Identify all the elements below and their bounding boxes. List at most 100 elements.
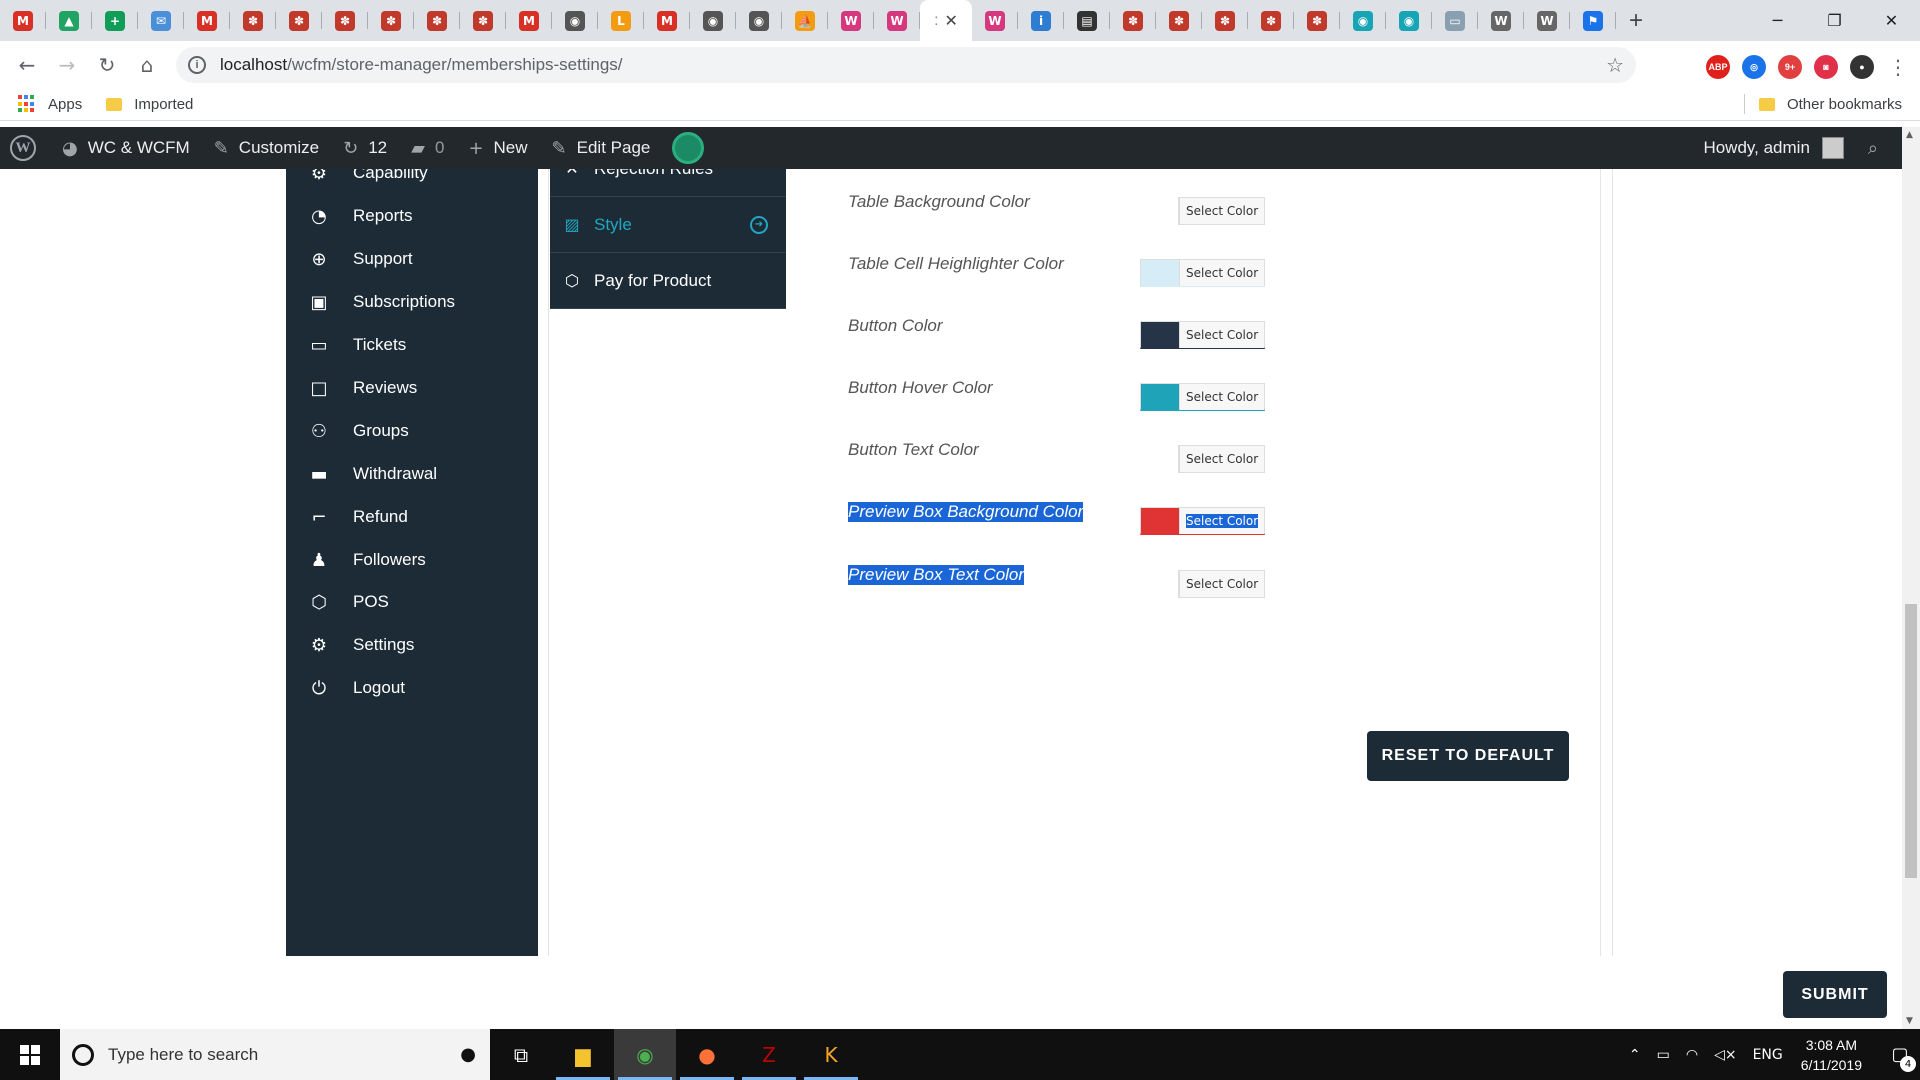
admin-updates-link[interactable]: ↻ 12 <box>343 138 387 159</box>
browser-tab[interactable]: ✉ <box>138 0 184 41</box>
close-window-button[interactable]: ✕ <box>1863 0 1920 41</box>
site-info-icon[interactable]: i <box>188 56 206 74</box>
task-view-icon[interactable]: ⧉ <box>490 1029 552 1080</box>
color-picker[interactable]: Select Color <box>1178 570 1266 598</box>
browser-tab[interactable]: M <box>0 0 46 41</box>
camera-ext-icon[interactable]: ◎ <box>1742 55 1766 79</box>
wordpress-logo-icon[interactable]: W <box>10 135 36 161</box>
browser-tab[interactable]: ◉ <box>552 0 598 41</box>
admin-comments-link[interactable]: ▰ 0 <box>411 138 444 159</box>
taskbar-search[interactable]: Type here to search ● <box>60 1029 490 1080</box>
scroll-up-icon[interactable]: ▲ <box>1906 130 1913 140</box>
firefox-icon[interactable]: ● <box>676 1029 738 1080</box>
browser-tab[interactable]: ✽ <box>276 0 322 41</box>
chrome-icon[interactable]: ◉ <box>614 1029 676 1080</box>
pocket-icon[interactable]: ◙ <box>1814 55 1838 79</box>
browser-tab[interactable]: ✽ <box>1156 0 1202 41</box>
browser-tab[interactable]: ◉ <box>736 0 782 41</box>
browser-tab[interactable]: ✽ <box>230 0 276 41</box>
reset-to-default-button[interactable]: RESET TO DEFAULT <box>1367 731 1569 781</box>
abp-icon[interactable]: ABP <box>1706 55 1730 79</box>
browser-tab[interactable]: ◉ <box>1386 0 1432 41</box>
reload-button[interactable]: ↻ <box>87 45 127 85</box>
color-swatch[interactable] <box>1141 322 1179 348</box>
globe-ext-icon[interactable]: 9+ <box>1778 55 1802 79</box>
browser-tab[interactable]: ▤ <box>1064 0 1110 41</box>
new-tab-button[interactable]: + <box>1616 0 1656 41</box>
browser-tab[interactable]: W <box>1524 0 1570 41</box>
browser-tab[interactable]: M <box>184 0 230 41</box>
tab-close-icon[interactable]: ✕ <box>945 11 958 31</box>
browser-tab[interactable]: L <box>598 0 644 41</box>
microphone-icon[interactable]: ● <box>460 1044 476 1065</box>
browser-menu-icon[interactable]: ⋮ <box>1886 47 1910 87</box>
select-color-button[interactable]: Select Color <box>1179 198 1265 224</box>
sidebar-item-subscriptions[interactable]: ▣ Subscriptions <box>286 280 538 324</box>
bookmark-apps[interactable]: Apps <box>18 95 82 113</box>
sidebar-item-reports[interactable]: ◔ Reports <box>286 194 538 238</box>
sidebar-item-refund[interactable]: ⌐ Refund <box>286 495 538 539</box>
color-picker[interactable]: Select Color <box>1140 321 1266 349</box>
browser-tab[interactable]: W <box>874 0 920 41</box>
sidebar-item-tickets[interactable]: ▭ Tickets <box>286 323 538 367</box>
browser-tab[interactable]: ✽ <box>1248 0 1294 41</box>
submenu-item-rejection-rules[interactable]: ✕ Rejection Rules <box>550 169 786 197</box>
browser-tab[interactable]: ✽ <box>1202 0 1248 41</box>
admin-customize-link[interactable]: ✎ Customize <box>214 138 319 159</box>
color-swatch[interactable] <box>1141 260 1179 286</box>
select-color-button[interactable]: Select Color <box>1179 446 1265 472</box>
forward-button[interactable]: → <box>47 45 87 85</box>
browser-tab[interactable]: ✽ <box>414 0 460 41</box>
browser-tab[interactable]: ▭ <box>1432 0 1478 41</box>
browser-tab[interactable]: ✽ <box>368 0 414 41</box>
browser-tab[interactable]: W <box>828 0 874 41</box>
submenu-item-pay-for-product[interactable]: ⬡ Pay for Product <box>550 253 786 309</box>
wifi-icon[interactable]: ◠ <box>1686 1047 1698 1063</box>
browser-tab[interactable]: i <box>1018 0 1064 41</box>
browser-tab[interactable]: ✽ <box>1110 0 1156 41</box>
sidebar-item-capability[interactable]: ⚙ Capability <box>286 169 538 195</box>
address-bar[interactable]: i localhost/wcfm/store-manager/membershi… <box>176 47 1636 83</box>
start-button[interactable] <box>0 1029 60 1080</box>
color-picker[interactable]: Select Color <box>1140 507 1266 535</box>
store-avatar-icon[interactable] <box>672 132 705 164</box>
color-picker[interactable]: Select Color <box>1140 259 1266 287</box>
bookmark-imported[interactable]: Imported <box>106 96 193 113</box>
color-swatch[interactable] <box>1141 508 1179 534</box>
file-explorer-icon[interactable]: ▆ <box>552 1029 614 1080</box>
select-color-button[interactable]: Select Color <box>1179 260 1265 286</box>
volume-muted-icon[interactable]: ◁× <box>1714 1047 1737 1063</box>
browser-tab[interactable]: ▲ <box>46 0 92 41</box>
back-button[interactable]: ← <box>7 45 47 85</box>
select-color-button[interactable]: Select Color <box>1179 508 1265 534</box>
sidebar-item-pos[interactable]: ⬡ POS <box>286 580 538 624</box>
browser-tab[interactable]: ⚑ <box>1570 0 1616 41</box>
browser-tab[interactable]: M <box>644 0 690 41</box>
color-picker[interactable]: Select Color <box>1178 197 1266 225</box>
admin-site-link[interactable]: ◕ WC & WCFM <box>62 138 190 159</box>
sidebar-item-reviews[interactable]: □ Reviews <box>286 366 538 410</box>
sidebar-item-withdrawal[interactable]: ▬ Withdrawal <box>286 452 538 496</box>
admin-edit-page-link[interactable]: ✎ Edit Page <box>552 138 651 159</box>
clock[interactable]: 3:08 AM 6/11/2019 <box>1801 1035 1862 1075</box>
browser-tab[interactable]: ✽ <box>1294 0 1340 41</box>
language-indicator[interactable]: ENG <box>1753 1047 1783 1063</box>
browser-tab[interactable]: ✽ <box>460 0 506 41</box>
minimize-button[interactable]: ─ <box>1749 0 1806 41</box>
submenu-item-style[interactable]: ▨ Style ➜ <box>550 197 786 253</box>
sidebar-item-groups[interactable]: ⚇ Groups <box>286 409 538 453</box>
battery-icon[interactable]: ▭ <box>1657 1047 1670 1063</box>
select-color-button[interactable]: Select Color <box>1179 571 1265 597</box>
scroll-down-icon[interactable]: ▼ <box>1906 1016 1913 1026</box>
browser-tab[interactable]: M <box>506 0 552 41</box>
browser-tab[interactable]: ⛵ <box>782 0 828 41</box>
color-picker[interactable]: Select Color <box>1140 383 1266 411</box>
sidebar-item-settings[interactable]: ⚙ Settings <box>286 623 538 667</box>
chevron-up-icon[interactable]: ⌃ <box>1629 1047 1641 1063</box>
page-scrollbar[interactable]: ▲ ▼ <box>1902 127 1920 1029</box>
browser-tab[interactable]: W <box>1478 0 1524 41</box>
color-swatch[interactable] <box>1141 384 1179 410</box>
bookmark-star-icon[interactable]: ☆ <box>1606 53 1624 77</box>
jetbrains-icon[interactable]: K <box>800 1029 862 1080</box>
select-color-button[interactable]: Select Color <box>1179 322 1265 348</box>
